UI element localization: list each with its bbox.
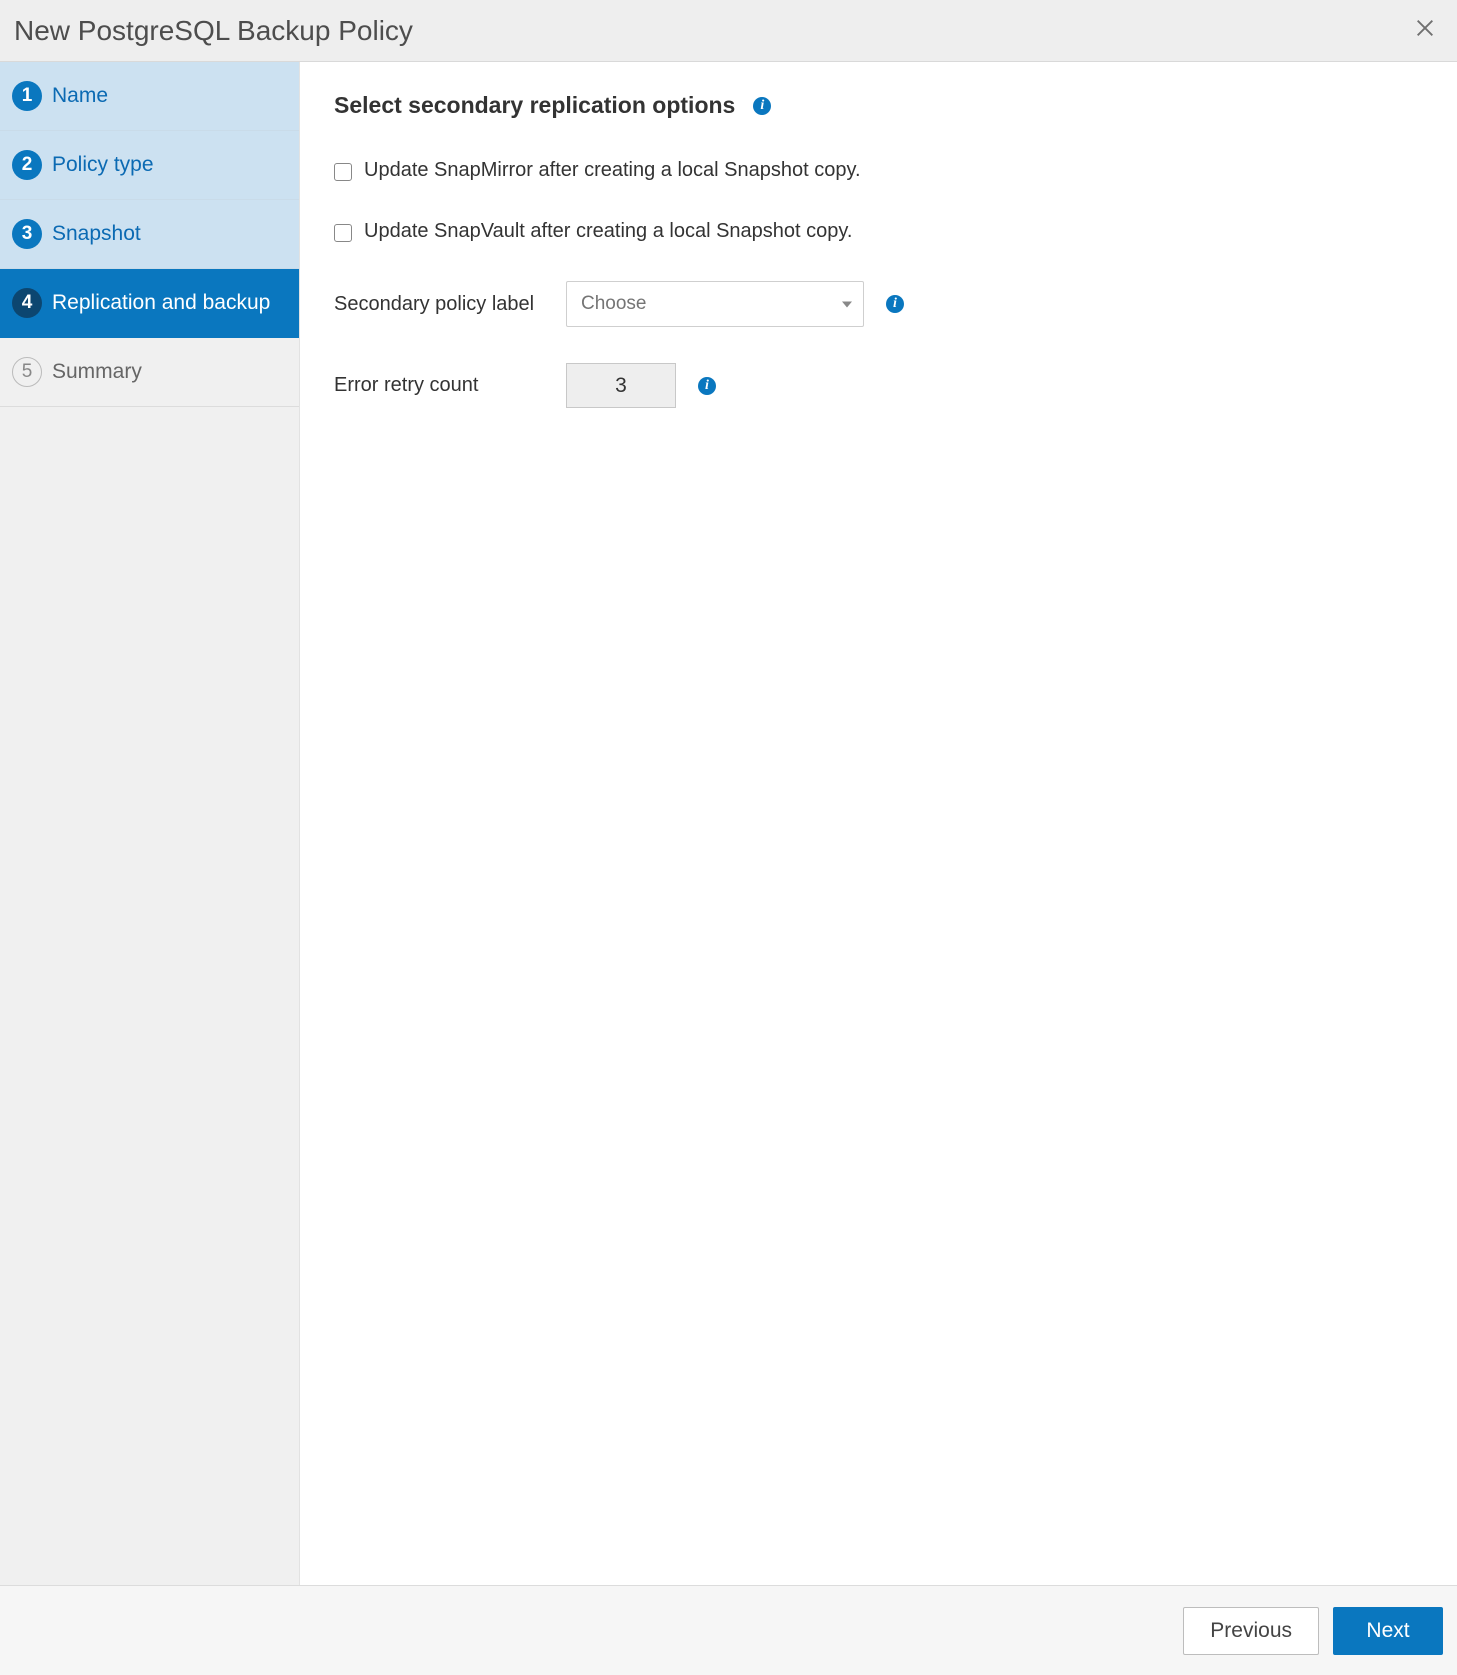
info-icon[interactable]: i [753, 97, 771, 115]
step-label: Summary [52, 360, 142, 384]
info-icon[interactable]: i [886, 295, 904, 313]
step-number-badge: 2 [12, 150, 42, 180]
snapvault-checkbox[interactable] [334, 224, 352, 242]
step-summary[interactable]: 5 Summary [0, 338, 299, 407]
snapvault-checkbox-row[interactable]: Update SnapVault after creating a local … [334, 220, 1423, 243]
policy-label-text: Secondary policy label [334, 293, 566, 316]
step-name[interactable]: 1 Name [0, 62, 299, 131]
dialog-header: New PostgreSQL Backup Policy [0, 0, 1457, 62]
step-replication-and-backup[interactable]: 4 Replication and backup [0, 269, 299, 338]
close-button[interactable] [1411, 17, 1439, 45]
wizard-sidebar: 1 Name 2 Policy type 3 Snapshot 4 Replic… [0, 62, 300, 1585]
retry-count-input[interactable] [566, 363, 676, 408]
step-number-badge: 5 [12, 357, 42, 387]
next-button[interactable]: Next [1333, 1607, 1443, 1655]
dialog-body: 1 Name 2 Policy type 3 Snapshot 4 Replic… [0, 62, 1457, 1585]
step-label: Replication and backup [52, 291, 270, 315]
step-label: Snapshot [52, 222, 141, 246]
info-icon[interactable]: i [698, 377, 716, 395]
policy-label-row: Secondary policy label i [334, 281, 1423, 327]
snapmirror-checkbox-row[interactable]: Update SnapMirror after creating a local… [334, 159, 1423, 182]
section-title: Select secondary replication options [334, 92, 735, 119]
dialog-footer: Previous Next [0, 1585, 1457, 1675]
snapmirror-checkbox[interactable] [334, 163, 352, 181]
policy-label-select-wrap [566, 281, 864, 327]
retry-label: Error retry count [334, 374, 566, 397]
step-number-badge: 3 [12, 219, 42, 249]
step-policy-type[interactable]: 2 Policy type [0, 131, 299, 200]
previous-button[interactable]: Previous [1183, 1607, 1319, 1655]
policy-label-select[interactable] [566, 281, 864, 327]
step-snapshot[interactable]: 3 Snapshot [0, 200, 299, 269]
dialog-new-postgresql-backup-policy: New PostgreSQL Backup Policy 1 Name 2 Po… [0, 0, 1457, 1675]
section-title-row: Select secondary replication options i [334, 92, 1423, 119]
step-label: Name [52, 84, 108, 108]
dialog-title: New PostgreSQL Backup Policy [14, 15, 1411, 47]
retry-row: Error retry count i [334, 363, 1423, 408]
step-number-badge: 1 [12, 81, 42, 111]
snapmirror-checkbox-label: Update SnapMirror after creating a local… [364, 159, 861, 182]
close-icon [1414, 17, 1436, 45]
step-label: Policy type [52, 153, 154, 177]
wizard-main-panel: Select secondary replication options i U… [300, 62, 1457, 1585]
snapvault-checkbox-label: Update SnapVault after creating a local … [364, 220, 852, 243]
step-number-badge: 4 [12, 288, 42, 318]
